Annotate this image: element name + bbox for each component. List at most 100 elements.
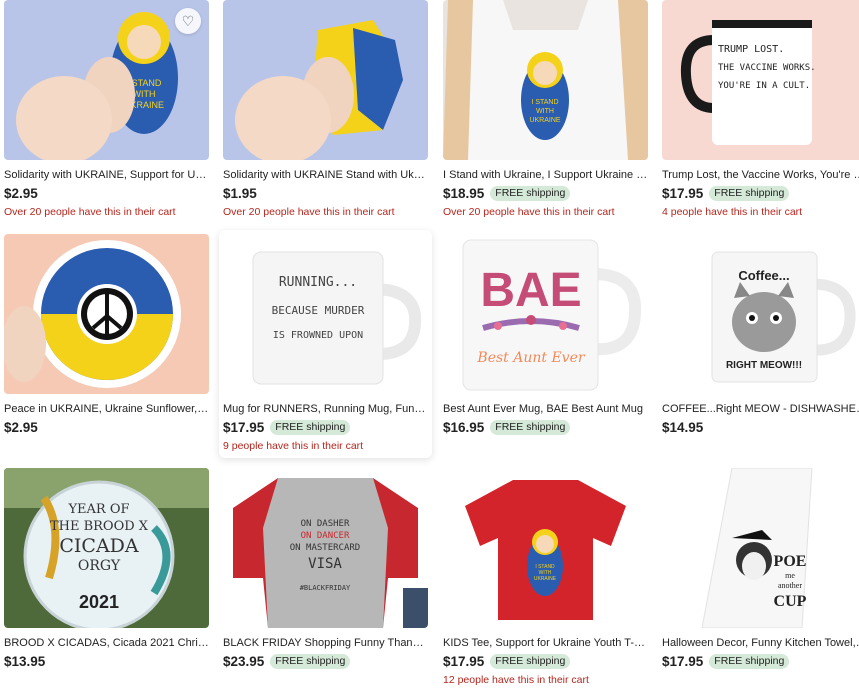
art-line: Best Aunt Ever [476,350,585,366]
listing-card[interactable]: I STAND WITH UKRAINE ♡ Solidarity with U… [4,0,212,222]
listing-image[interactable]: I STAND WITH UKRAINE ♡ [4,0,209,160]
listing-price: $18.95 [443,185,485,201]
cart-note: 4 people have this in their cart [662,206,803,218]
art-line: WITH [133,89,156,99]
free-shipping-badge: FREE shipping [490,653,571,669]
art-line: RIGHT MEOW!!! [726,360,802,371]
free-shipping-badge: FREE shipping [709,185,790,201]
art-line: ON MASTERCARD [290,543,360,553]
art-line: WITH [536,108,554,115]
listing-card[interactable]: YEAR OF THE BROOD X CICADA ORGY 2021 BRO… [4,468,212,690]
price-row: $1.95 [223,184,431,202]
cart-note: Over 20 people have this in their cart [4,206,176,218]
favorite-heart-icon[interactable]: ♡ [175,8,201,34]
listing-image[interactable]: ON DASHER ON DANCER ON MASTERCARD VISA #… [223,468,428,628]
price-row: $2.95 [4,418,212,436]
price-row: $17.95 FREE shipping [662,652,859,670]
art-line: YEAR OF [67,502,129,517]
listing-card[interactable]: Coffee... RIGHT MEOW!!! COFFEE...Right M… [662,234,859,456]
listing-card[interactable]: BAE Best Aunt Ever Best Aunt Ever Mug, B… [443,234,651,456]
listing-image[interactable]: POE me another CUP [662,468,859,628]
listing-image[interactable]: BAE Best Aunt Ever [443,234,648,394]
free-shipping-badge: FREE shipping [490,185,571,201]
art-line: RUNNING... [279,275,357,290]
listing-image[interactable]: Coffee... RIGHT MEOW!!! [662,234,859,394]
price-row: $14.95 [662,418,859,436]
art-line: THE BROOD X [50,519,149,534]
listing-image[interactable]: YEAR OF THE BROOD X CICADA ORGY 2021 [4,468,209,628]
art-line: I STAND [531,99,558,106]
art-line: POE [774,553,807,570]
price-row: $16.95 FREE shipping [443,418,651,436]
art-line: ORGY [78,558,121,574]
art-line: CUP [774,593,807,610]
free-shipping-badge: FREE shipping [270,419,351,435]
listing-price: $17.95 [662,653,704,669]
art-line: TRUMP LOST. [718,44,784,55]
free-shipping-badge: FREE shipping [490,419,571,435]
listing-title[interactable]: Trump Lost, the Vaccine Works, You're In… [662,168,859,182]
listing-image[interactable]: I STAND WITH UKRAINE [443,0,648,160]
art-line: YOU'RE IN A CULT. [718,81,810,91]
listing-title[interactable]: Peace in UKRAINE, Ukraine Sunflower, Sti… [4,402,209,416]
listing-price: $17.95 [443,653,485,669]
listing-title[interactable]: Solidarity with UKRAINE Stand with Ukrai… [223,168,428,182]
listing-price: $16.95 [443,419,485,435]
listing-title[interactable]: COFFEE...Right MEOW - DISHWASHER SAFE Mu… [662,402,859,416]
art-line: UKRAINE [529,117,560,124]
listing-image[interactable] [4,234,209,394]
art-line: UKRAINE [534,576,557,582]
listing-title[interactable]: BLACK FRIDAY Shopping Funny Thanksgiving… [223,636,428,650]
listing-title[interactable]: BROOD X CICADAS, Cicada 2021 Christmas O… [4,636,209,650]
price-row: $17.95 FREE shipping [662,184,859,202]
listing-title[interactable]: Solidarity with UKRAINE, Support for Ukr… [4,168,209,182]
listing-price: $1.95 [223,185,257,201]
listing-title[interactable]: I Stand with Ukraine, I Support Ukraine … [443,168,648,182]
listing-image[interactable] [223,0,428,160]
listing-image[interactable]: TRUMP LOST. THE VACCINE WORKS. YOU'RE IN… [662,0,859,160]
art-line: ON DASHER [301,519,350,529]
art-line: #BLACKFRIDAY [300,584,351,592]
cart-note: 12 people have this in their cart [443,674,589,686]
listing-price: $2.95 [4,185,38,201]
art-line: another [778,581,802,590]
listing-card[interactable]: I STAND WITH UKRAINE I Stand with Ukrain… [443,0,651,222]
listing-price: $14.95 [662,419,704,435]
listing-title[interactable]: KIDS Tee, Support for Ukraine Youth T-sh… [443,636,648,650]
listing-card[interactable]: Solidarity with UKRAINE Stand with Ukrai… [223,0,431,222]
cart-note: Over 20 people have this in their cart [223,206,395,218]
art-line: Coffee... [738,268,789,283]
listing-price: $23.95 [223,653,265,669]
art-line: ON DANCER [301,531,350,541]
listing-title[interactable]: Mug for RUNNERS, Running Mug, Funny Mug [223,402,428,416]
price-row: $13.95 [4,652,212,670]
listing-image[interactable]: I STAND WITH UKRAINE [443,468,648,628]
art-line: VISA [308,556,342,572]
listing-card[interactable]: I STAND WITH UKRAINE KIDS Tee, Support f… [443,468,651,690]
art-line: 2021 [79,592,119,612]
art-line: BECAUSE MURDER [272,304,365,317]
price-row: $17.95 FREE shipping [443,652,651,670]
listing-title[interactable]: Halloween Decor, Funny Kitchen Towel, Po… [662,636,859,650]
art-line: BAE [480,264,581,317]
price-row: $18.95 FREE shipping [443,184,651,202]
free-shipping-badge: FREE shipping [270,653,351,669]
listing-grid: I STAND WITH UKRAINE ♡ Solidarity with U… [0,0,859,692]
listing-card[interactable]: TRUMP LOST. THE VACCINE WORKS. YOU'RE IN… [662,0,859,222]
art-line: IS FROWNED UPON [273,330,363,341]
listing-card[interactable]: Peace in UKRAINE, Ukraine Sunflower, Sti… [4,234,212,456]
listing-title[interactable]: Best Aunt Ever Mug, BAE Best Aunt Mug [443,402,648,416]
listing-image[interactable]: RUNNING... BECAUSE MURDER IS FROWNED UPO… [223,234,428,394]
cart-note: 9 people have this in their cart [223,440,364,452]
listing-price: $13.95 [4,653,46,669]
price-row: $17.95 FREE shipping [223,418,428,436]
price-row: $23.95 FREE shipping [223,652,431,670]
art-line: THE VACCINE WORKS. [718,63,816,73]
listing-card[interactable]: RUNNING... BECAUSE MURDER IS FROWNED UPO… [219,230,432,458]
cart-note: Over 20 people have this in their cart [443,206,615,218]
listing-card[interactable]: ON DASHER ON DANCER ON MASTERCARD VISA #… [223,468,431,690]
listing-card[interactable]: POE me another CUP Halloween Decor, Funn… [662,468,859,690]
art-line: CICADA [59,535,139,557]
listing-price: $17.95 [223,419,265,435]
art-line: me [785,571,795,580]
